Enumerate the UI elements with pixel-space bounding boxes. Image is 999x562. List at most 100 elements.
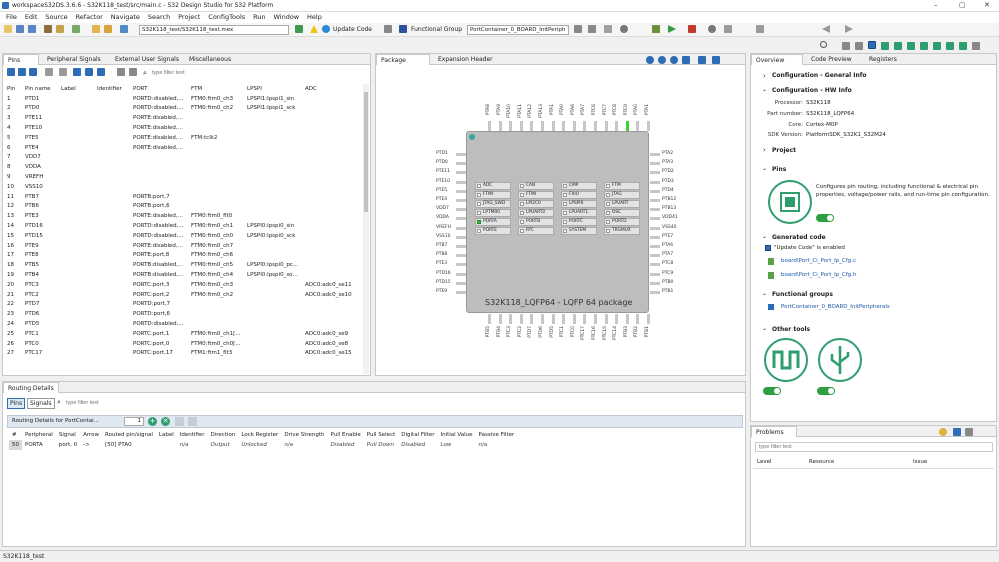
- package-pin[interactable]: [594, 121, 597, 131]
- problems-col-issue[interactable]: Issue: [913, 459, 927, 465]
- perspective-cpp-icon[interactable]: [842, 42, 850, 50]
- package-pin[interactable]: [541, 314, 544, 324]
- table-row[interactable]: 18 PTB5 PORTB:disabled,... FTM0:ftm0_ch5 LPS…: [5, 260, 361, 270]
- rotate-icon[interactable]: [682, 56, 690, 64]
- package-pin[interactable]: [456, 180, 466, 184]
- zoom-out-icon[interactable]: [658, 56, 666, 64]
- routing-col-arrow[interactable]: Arrow: [80, 430, 102, 440]
- view-menu-icon[interactable]: [965, 428, 973, 436]
- menu-window[interactable]: Window: [273, 13, 299, 21]
- zoom-in-icon[interactable]: [646, 56, 654, 64]
- routing-cell[interactable]: ->: [80, 440, 102, 450]
- table-row[interactable]: 14 PTD16 PORTD:disabled,... FTM0:ftm0_ch1 LP…: [5, 221, 361, 231]
- routing-cell[interactable]: 50: [9, 440, 22, 450]
- routing-cell[interactable]: Output: [208, 440, 239, 450]
- nav-back-icon[interactable]: [822, 25, 830, 33]
- peripheral-module[interactable]: CMP: [561, 182, 597, 190]
- routing-col-pull-enable[interactable]: Pull Enable: [328, 430, 364, 440]
- table-row[interactable]: 23 PTD6 PORTD:port,6: [5, 309, 361, 319]
- package-pin[interactable]: [456, 217, 466, 221]
- table-row[interactable]: 4 PTE10 PORTE:disabled,...: [5, 123, 361, 133]
- usb-tool-icon[interactable]: [818, 338, 862, 382]
- clocks-tool-toggle[interactable]: [763, 387, 781, 395]
- routing-col-[interactable]: #: [9, 430, 22, 440]
- functional-groups-heading[interactable]: Functional groups: [772, 291, 833, 298]
- package-pin[interactable]: [498, 314, 502, 324]
- chevron-down-icon[interactable]: ⌄: [762, 165, 767, 172]
- clocks-tool-icon[interactable]: [764, 338, 808, 382]
- package-pin[interactable]: [456, 162, 466, 166]
- package-pin[interactable]: [625, 314, 629, 324]
- pins-filter-input[interactable]: [149, 68, 369, 78]
- perspective-qspi-icon[interactable]: [920, 42, 928, 50]
- peripheral-module[interactable]: LPI2C0: [518, 200, 554, 208]
- project-heading[interactable]: Project: [772, 147, 796, 154]
- table-row[interactable]: 8 VDDA: [5, 162, 361, 172]
- tab-package[interactable]: Package: [376, 54, 430, 65]
- table-row[interactable]: 1 PTD1 PORTD:disabled,... FTM0:ftm0_ch3 LPSP…: [5, 94, 361, 104]
- perspective-ddr-icon[interactable]: [907, 42, 915, 50]
- functional-group-combo[interactable]: PortContainer_0_BOARD_InitPeriph: [467, 25, 569, 35]
- tab-pins[interactable]: Pins: [3, 54, 39, 65]
- menu-source[interactable]: Source: [45, 13, 67, 21]
- table-row[interactable]: 11 PTB7 PORTB:port,7: [5, 192, 361, 202]
- pins-col-identifier[interactable]: Identifier: [95, 84, 131, 94]
- lightbulb-icon[interactable]: [939, 428, 947, 436]
- peripheral-module[interactable]: TRGMUX: [604, 227, 640, 235]
- build-icon[interactable]: [44, 25, 52, 33]
- generated-file-h-link[interactable]: board\Port_Ci_Port_Ip_Cfg.h: [781, 272, 857, 278]
- zoom-fit-icon[interactable]: [670, 56, 678, 64]
- tab-expansion-header[interactable]: Expansion Header: [434, 54, 497, 65]
- filter-icon[interactable]: [953, 428, 961, 436]
- problems-col-resource[interactable]: Resource: [809, 459, 834, 465]
- package-pin[interactable]: [456, 226, 466, 230]
- peripheral-module[interactable]: PORTC: [561, 218, 597, 226]
- menu-search[interactable]: Search: [148, 13, 170, 21]
- routing-signals-button[interactable]: Signals: [27, 398, 55, 409]
- package-pin[interactable]: [650, 291, 660, 294]
- table-row[interactable]: 25 PTC1 PORTC:port,1 FTM0:ftm0_ch1[... ADC0:…: [5, 329, 361, 339]
- package-pin[interactable]: [530, 314, 534, 324]
- package-pin[interactable]: [650, 263, 660, 267]
- package-pin[interactable]: [562, 314, 566, 324]
- package-pin[interactable]: [498, 121, 502, 131]
- route-icon[interactable]: [73, 68, 81, 76]
- open-perspective-icon[interactable]: [724, 25, 732, 33]
- chevron-right-icon[interactable]: ›: [763, 146, 766, 154]
- peripheral-module[interactable]: PORTE: [475, 227, 511, 235]
- pins-tool-icon[interactable]: [768, 180, 812, 224]
- package-pin[interactable]: [647, 314, 650, 324]
- pins-col-adc[interactable]: ADC: [303, 84, 361, 94]
- peripheral-module[interactable]: PORTB: [518, 218, 554, 226]
- routing-cell[interactable]: n/a: [476, 440, 518, 450]
- package-pin[interactable]: [456, 208, 466, 212]
- package-pin[interactable]: [636, 121, 640, 131]
- grid-icon[interactable]: [59, 68, 67, 76]
- menu-file[interactable]: File: [6, 13, 17, 21]
- menu-help[interactable]: Help: [307, 13, 322, 21]
- pins-col-pin-name[interactable]: Pin name: [23, 84, 59, 94]
- tab-registers[interactable]: Registers: [865, 54, 901, 65]
- routing-col-lock-register[interactable]: Lock Register: [238, 430, 281, 440]
- external-tools-icon[interactable]: [688, 25, 696, 33]
- view-menu-icon[interactable]: [698, 56, 706, 64]
- package-pin[interactable]: [594, 314, 597, 324]
- package-pin[interactable]: [456, 281, 466, 285]
- peripheral-module[interactable]: CAN: [518, 182, 554, 190]
- routing-cell[interactable]: [156, 440, 177, 450]
- table-row[interactable]: 17 PTE8 PORTE:port,8 FTM0:ftm0_ch6: [5, 251, 361, 261]
- routing-cell[interactable]: n/a: [281, 440, 327, 450]
- refresh-icon[interactable]: [384, 25, 392, 33]
- package-pin[interactable]: [572, 314, 576, 324]
- package-pin[interactable]: [541, 121, 544, 131]
- perspective-extra-icon[interactable]: [972, 42, 980, 50]
- table-row[interactable]: 12 PTB6 PORTB:port,6: [5, 202, 361, 212]
- generated-code-heading[interactable]: Generated code: [772, 234, 826, 241]
- package-pin[interactable]: [647, 121, 650, 131]
- save-icon[interactable]: [16, 25, 24, 33]
- table-row[interactable]: 26 PTC0 PORTC:port,0 FTM0:ftm0_ch0[... ADC0:…: [5, 339, 361, 349]
- routing-cell[interactable]: Disabled: [398, 440, 437, 450]
- menu-project[interactable]: Project: [178, 13, 200, 21]
- package-pin[interactable]: [615, 121, 619, 131]
- package-pin[interactable]: [650, 226, 660, 230]
